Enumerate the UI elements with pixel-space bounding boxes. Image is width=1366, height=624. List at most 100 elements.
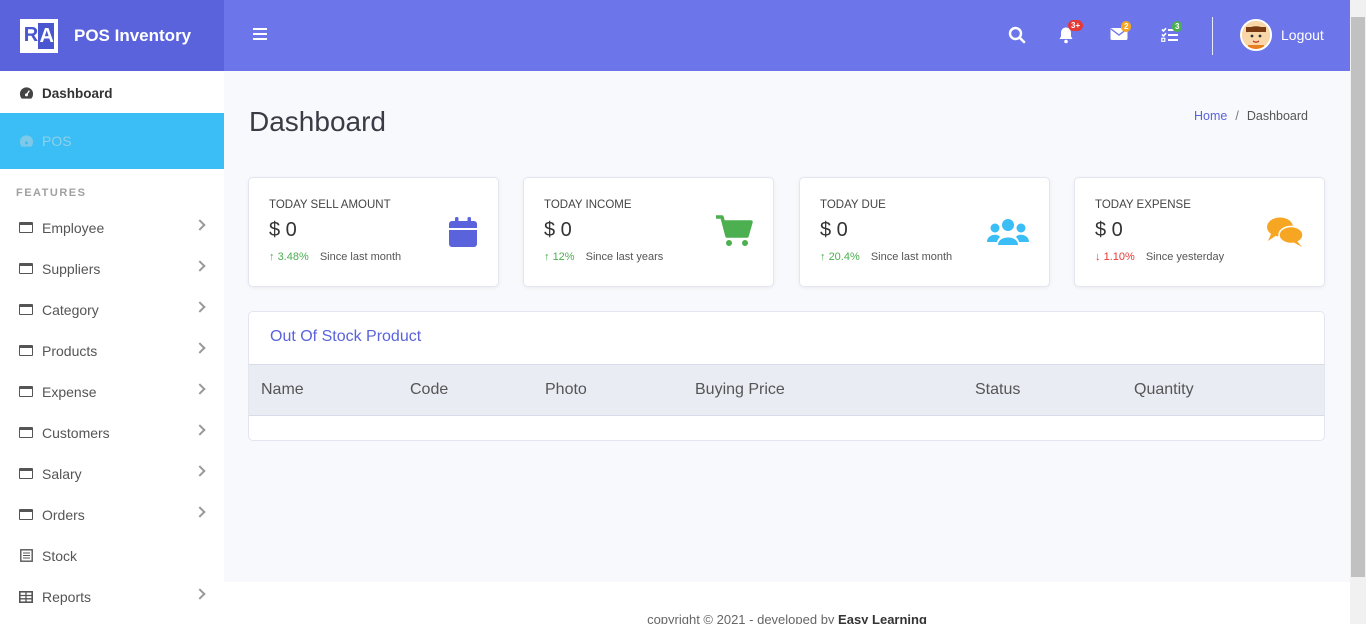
sidebar-item-label: Employee — [42, 219, 105, 236]
logout-link[interactable]: Logout — [1281, 27, 1324, 43]
card-trend-since: Since last month — [319, 251, 402, 263]
window-icon — [18, 384, 34, 400]
messages-badge: 2 — [1121, 21, 1132, 32]
sidebar-item-label: Dashboard — [42, 85, 113, 101]
chevron-right-icon — [194, 301, 206, 313]
chevron-right-icon — [194, 219, 206, 231]
topbar-divider — [1212, 17, 1213, 55]
column-header-photo[interactable]: Photo — [545, 381, 587, 399]
arrow-down-icon: ↓ — [1095, 251, 1101, 263]
card-trend: ↑ 12% Since last years — [544, 251, 663, 263]
sidebar-item-products[interactable]: Products — [0, 330, 224, 371]
chevron-right-icon — [194, 588, 206, 600]
list-icon — [18, 548, 34, 564]
gauge-icon — [18, 85, 34, 101]
sidebar-item-label: Suppliers — [42, 260, 101, 277]
chevron-right-icon — [194, 260, 206, 272]
sidebar-section-label: FEATURES — [16, 187, 87, 199]
sidebar-item-label: Category — [42, 301, 99, 318]
topbar: 3+ 2 3 Logout — [224, 0, 1350, 71]
sidebar-item-salary[interactable]: Salary — [0, 453, 224, 494]
sidebar-item-label: Stock — [42, 547, 78, 564]
sidebar-item-dashboard[interactable]: Dashboard — [0, 71, 224, 113]
window-icon — [18, 343, 34, 359]
card-trend: ↑ 3.48% Since last month — [269, 251, 401, 263]
column-header-buying-price[interactable]: Buying Price — [695, 381, 785, 399]
window-icon — [18, 425, 34, 441]
avatar[interactable] — [1240, 19, 1272, 51]
table-title: Out Of Stock Product — [270, 328, 422, 345]
brand-logo: RA — [20, 18, 58, 53]
sidebar-item-label: POS — [42, 133, 72, 149]
column-header-quantity[interactable]: Quantity — [1134, 381, 1194, 399]
card-trend-value: 12% — [552, 251, 575, 263]
sidebar-item-expense[interactable]: Expense — [0, 371, 224, 412]
chevron-right-icon — [194, 424, 206, 436]
scrollbar-thumb[interactable] — [1351, 17, 1365, 577]
card-title: TODAY INCOME — [544, 199, 632, 211]
footer-author: Easy Learning — [838, 612, 927, 624]
page-title: Dashboard — [249, 106, 386, 137]
bell-icon[interactable]: 3+ — [1058, 20, 1084, 49]
breadcrumb: Home / Dashboard — [1194, 109, 1308, 123]
window-icon — [18, 220, 34, 236]
brand-name: POS Inventory — [74, 25, 192, 45]
sidebar-item-customers[interactable]: Customers — [0, 412, 224, 453]
brand[interactable]: RA POS Inventory — [0, 0, 224, 71]
card-today-sell-amount: TODAY SELL AMOUNT $ 0 ↑ 3.48% Since last… — [248, 177, 499, 287]
breadcrumb-separator: / — [1235, 109, 1239, 123]
tasks-icon[interactable]: 3 — [1161, 21, 1183, 47]
sidebar-item-stock[interactable]: Stock — [0, 535, 224, 576]
card-trend-since: Since last years — [585, 251, 664, 263]
sidebar-menu: Employee Suppliers Category Products Exp… — [0, 207, 224, 617]
card-trend-value: 20.4% — [828, 251, 860, 263]
gauge-icon — [18, 133, 34, 149]
sidebar-item-label: Expense — [42, 383, 97, 400]
sidebar-item-orders[interactable]: Orders — [0, 494, 224, 535]
card-trend: ↓ 1.10% Since yesterday — [1095, 251, 1224, 263]
sidebar-item-category[interactable]: Category — [0, 289, 224, 330]
card-trend: ↑ 20.4% Since last month — [820, 251, 952, 263]
sidebar-item-employee[interactable]: Employee — [0, 207, 224, 248]
card-title: TODAY EXPENSE — [1095, 199, 1191, 211]
column-header-code[interactable]: Code — [410, 381, 448, 399]
search-icon[interactable] — [1008, 26, 1026, 49]
chevron-right-icon — [194, 342, 206, 354]
sidebar-item-suppliers[interactable]: Suppliers — [0, 248, 224, 289]
sidebar-item-label: Reports — [42, 588, 92, 605]
breadcrumb-home-link[interactable]: Home — [1194, 109, 1227, 123]
card-value: $ 0 — [544, 219, 572, 241]
chevron-right-icon — [194, 383, 206, 395]
sidebar-item-reports[interactable]: Reports — [0, 576, 224, 617]
cart-icon — [715, 214, 753, 253]
calendar-icon — [448, 216, 478, 253]
users-icon — [987, 218, 1029, 251]
window-icon — [18, 302, 34, 318]
comments-icon — [1266, 216, 1304, 253]
envelope-icon[interactable]: 2 — [1110, 21, 1132, 46]
footer: copyright © 2021 - developed by Easy Lea… — [224, 582, 1350, 624]
arrow-up-icon: ↑ — [269, 251, 275, 263]
column-header-name[interactable]: Name — [261, 381, 304, 399]
table-header-row: Name Code Photo Buying Price Status Quan… — [249, 364, 1324, 416]
footer-copyright: copyright © 2021 - developed by — [647, 612, 839, 624]
card-trend-since: Since last month — [870, 251, 953, 263]
card-value: $ 0 — [269, 219, 297, 241]
card-today-income: TODAY INCOME $ 0 ↑ 12% Since last years — [523, 177, 774, 287]
breadcrumb-current: Dashboard — [1246, 109, 1308, 123]
alerts-badge: 3+ — [1068, 20, 1084, 31]
hamburger-menu-icon[interactable] — [253, 28, 267, 40]
column-header-status[interactable]: Status — [975, 381, 1020, 399]
card-value: $ 0 — [1095, 219, 1123, 241]
window-icon — [18, 507, 34, 523]
sidebar-item-label: Products — [42, 342, 98, 359]
out-of-stock-table-card: Out Of Stock Product Name Code Photo Buy… — [248, 311, 1325, 441]
card-today-due: TODAY DUE $ 0 ↑ 20.4% Since last month — [799, 177, 1050, 287]
scrollbar[interactable] — [1350, 0, 1366, 624]
sidebar-item-pos[interactable]: POS — [0, 113, 224, 169]
tasks-badge: 3 — [1172, 21, 1183, 32]
arrow-up-icon: ↑ — [820, 251, 826, 263]
card-trend-value: 3.48% — [277, 251, 309, 263]
window-icon — [18, 466, 34, 482]
footer-text: copyright © 2021 - developed by Easy Lea… — [224, 612, 1350, 624]
